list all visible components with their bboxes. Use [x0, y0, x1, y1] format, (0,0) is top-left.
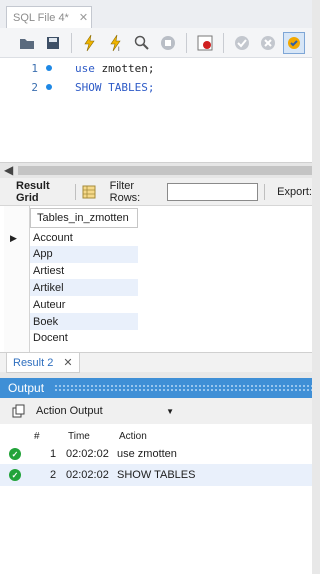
- output-row-num: 2: [50, 469, 57, 481]
- column-header-num: #: [34, 430, 40, 442]
- stop-icon[interactable]: [157, 32, 179, 54]
- statement-marker-icon: [46, 65, 52, 71]
- column-header-action: Action: [119, 430, 147, 442]
- output-row-action: use zmotten: [117, 448, 177, 460]
- table-row[interactable]: Account: [30, 229, 138, 246]
- tab-label: SQL File 4*: [13, 11, 69, 24]
- table-row[interactable]: Artikel: [30, 279, 138, 297]
- output-row-time: 02:02:02: [66, 448, 109, 460]
- rollback-icon[interactable]: [257, 32, 279, 54]
- scrollbar-thumb[interactable]: [18, 166, 312, 175]
- output-panel-header: Output: [0, 378, 312, 398]
- sql-keyword: SHOW TABLES;: [75, 80, 155, 94]
- output-row-action: SHOW TABLES: [117, 469, 196, 481]
- stop-on-error-icon[interactable]: [194, 32, 216, 54]
- toolbar-separator: [71, 32, 72, 53]
- output-row-num: 1: [50, 448, 57, 460]
- output-row-time: 02:02:02: [66, 469, 109, 481]
- export-label[interactable]: Export:: [277, 186, 312, 198]
- scroll-left-icon[interactable]: ◀: [4, 163, 13, 177]
- execute-current-icon[interactable]: I: [105, 32, 127, 54]
- table-row[interactable]: Boek: [30, 313, 138, 330]
- commit-icon[interactable]: [231, 32, 253, 54]
- execute-icon[interactable]: [79, 32, 101, 54]
- success-check-icon: ✓: [9, 469, 21, 481]
- output-toolbar: Action Output ▼: [0, 398, 312, 424]
- result-tab-strip: Result 2 ✕: [0, 352, 312, 373]
- copy-icon[interactable]: [12, 404, 26, 418]
- toolbar-separator: [186, 32, 187, 53]
- result-grid-label[interactable]: Result Grid: [16, 180, 69, 204]
- grid-layout-icon[interactable]: [82, 185, 96, 199]
- filter-rows-input[interactable]: [167, 182, 259, 201]
- result-grid-toolbar: Result Grid Filter Rows: Export:: [0, 178, 312, 206]
- toolbar-separator: [223, 32, 224, 53]
- close-icon[interactable]: ✕: [79, 11, 88, 24]
- close-icon[interactable]: ✕: [63, 356, 72, 369]
- line-number: 1: [31, 61, 38, 75]
- editor-line: 2 SHOW TABLES;: [0, 77, 154, 97]
- sql-code: zmotten;: [94, 61, 155, 75]
- current-row-arrow-icon: ▶: [10, 233, 17, 243]
- autocommit-icon[interactable]: [283, 31, 305, 54]
- tab-sql-file-4[interactable]: SQL File 4* ✕: [6, 6, 92, 28]
- tab-result-2[interactable]: Result 2 ✕: [6, 353, 80, 373]
- output-type-select[interactable]: Action Output ▼: [32, 402, 180, 420]
- filter-rows-label: Filter Rows:: [109, 179, 141, 204]
- output-title: Output: [8, 381, 45, 395]
- sql-keyword: use: [75, 61, 95, 75]
- table-row[interactable]: App: [30, 245, 138, 263]
- table-row[interactable]: Auteur: [30, 296, 138, 313]
- output-row[interactable]: ✓ 2 02:02:02 SHOW TABLES: [0, 464, 312, 486]
- line-number: 2: [31, 80, 38, 94]
- output-row[interactable]: ✓ 1 02:02:02 use zmotten: [0, 443, 312, 465]
- row-gutter: [4, 206, 30, 352]
- table-row[interactable]: Docent: [30, 330, 138, 347]
- editor-horizontal-scrollbar[interactable]: ◀: [0, 162, 312, 178]
- column-header[interactable]: Tables_in_zmotten: [30, 208, 138, 228]
- toolbar-separator: [264, 183, 266, 200]
- editor-toolbar: I: [0, 28, 312, 58]
- editor-line: 1 use zmotten;: [0, 58, 154, 78]
- column-header-time: Time: [68, 430, 90, 442]
- sql-editor[interactable]: 1 use zmotten; 2 SHOW TABLES;: [0, 58, 312, 162]
- grip-pattern: [54, 384, 312, 392]
- result-tab-label: Result 2: [13, 356, 54, 369]
- output-type-value: Action Output: [36, 405, 103, 417]
- toolbar-separator: [74, 183, 76, 200]
- table-row[interactable]: Artiest: [30, 263, 138, 280]
- save-icon[interactable]: [42, 32, 64, 54]
- success-check-icon: ✓: [9, 448, 21, 460]
- explain-icon[interactable]: [131, 32, 153, 54]
- open-folder-icon[interactable]: [16, 32, 38, 54]
- statement-marker-icon: [46, 84, 52, 90]
- chevron-down-icon: ▼: [166, 406, 174, 416]
- svg-text:I: I: [118, 47, 120, 52]
